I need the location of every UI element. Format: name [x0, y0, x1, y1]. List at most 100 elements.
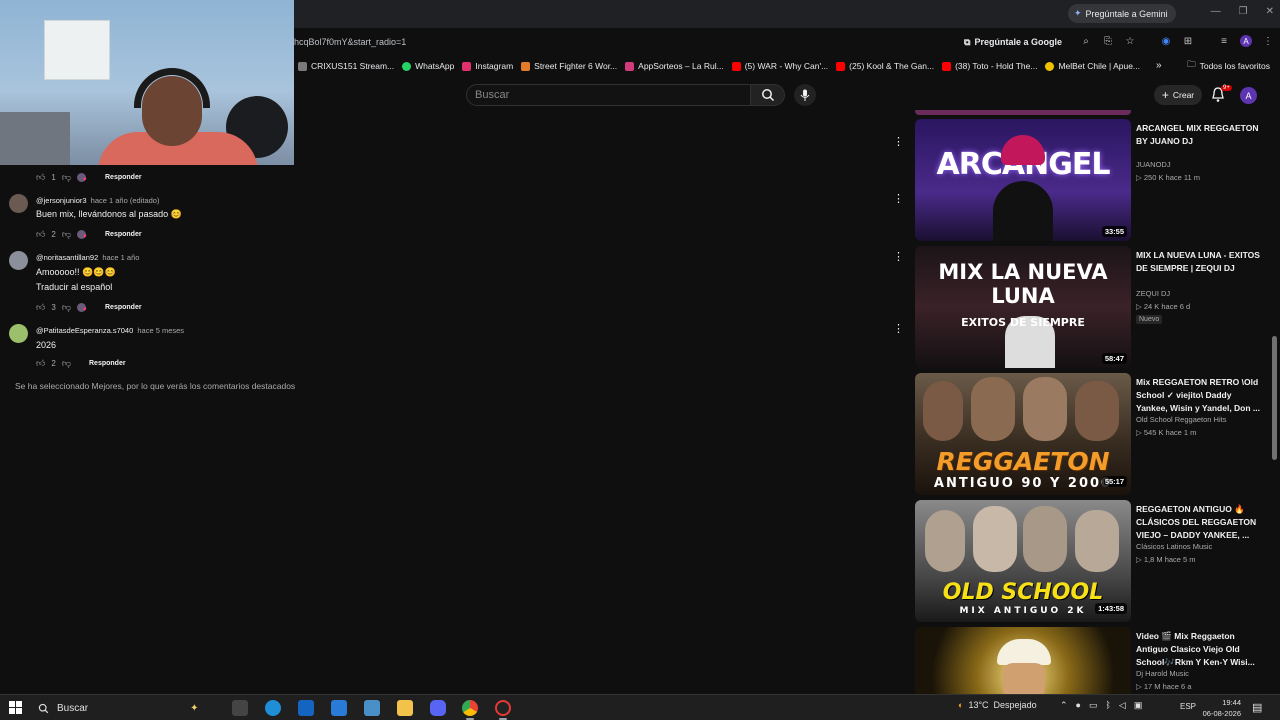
video-thumbnail[interactable]: REGGAETON ANTIGUO 90 Y 2000 55:17	[915, 373, 1131, 495]
video-title[interactable]: Mix REGGAETON RETRO \Old School ✓ viejit…	[1136, 376, 1264, 415]
url-text[interactable]: hcqBol7f0mY&start_radio=1	[294, 37, 406, 47]
comment-author[interactable]: @noritasantillan92	[36, 253, 98, 262]
chevron-up-icon[interactable]: ⌃	[1060, 700, 1068, 711]
search-input[interactable]: Buscar	[466, 84, 751, 106]
bookmark-item[interactable]: (38) Toto - Hold The...	[938, 56, 1041, 76]
bookmark-star-icon[interactable]: ☆	[1124, 35, 1136, 47]
chrome-icon[interactable]	[462, 700, 478, 716]
close-icon[interactable]: ✕	[1266, 6, 1274, 17]
bookmark-item[interactable]: CRIXUS151 Stream...	[294, 56, 398, 76]
volume-icon[interactable]: ◁	[1119, 700, 1126, 711]
comment-time[interactable]: hace 5 meses	[137, 326, 184, 335]
recommended-video[interactable]: REGGAETON ANTIGUO 90 Y 2000 55:17 Mix RE…	[915, 373, 1270, 495]
like-icon[interactable]: 👍︎	[36, 229, 45, 240]
youtube-icon	[942, 61, 952, 71]
edge-icon[interactable]	[265, 700, 281, 716]
video-thumbnail[interactable]	[915, 627, 1131, 694]
extension-icon[interactable]: ◉	[1160, 35, 1172, 47]
media-queue-icon[interactable]: ≡	[1218, 35, 1230, 47]
discord-icon[interactable]	[430, 700, 446, 716]
recommended-video[interactable]: Video 🎬 Mix Reggaeton Antiguo Clasico Vi…	[915, 627, 1270, 694]
profile-avatar[interactable]: A	[1240, 35, 1252, 47]
windows-start-icon[interactable]	[9, 701, 22, 714]
zoom-icon[interactable]: ⌕	[1080, 35, 1092, 47]
reply-button[interactable]: Responder	[105, 174, 142, 181]
bookmark-item[interactable]: AppSorteos – La Rul...	[621, 56, 728, 76]
dislike-icon[interactable]: 👎︎	[62, 172, 71, 183]
task-view-icon[interactable]	[232, 700, 248, 716]
more-vert-icon[interactable]: ⋮	[1262, 35, 1274, 47]
comment-author[interactable]: @jersonjunior3	[36, 196, 87, 205]
ask-google-button[interactable]: ⧉ Pregúntale a Google	[964, 31, 1062, 53]
comment-time[interactable]: hace 1 año (editado)	[91, 196, 160, 205]
channel-name[interactable]: Old School Reggaeton Hits	[1136, 415, 1226, 424]
bookmark-item[interactable]: (5) WAR - Why Can'...	[728, 56, 832, 76]
video-title[interactable]: Video 🎬 Mix Reggaeton Antiguo Clasico Vi…	[1136, 630, 1264, 669]
address-bar[interactable]: hcqBol7f0mY&start_radio=1 ⧉ Pregúntale a…	[294, 31, 1280, 53]
bookmark-item[interactable]: WhatsApp	[398, 56, 458, 76]
channel-name[interactable]: JUANODJ	[1136, 160, 1171, 169]
comment-avatar[interactable]	[9, 324, 28, 343]
restore-icon[interactable]: ❐	[1239, 6, 1248, 17]
more-actions-icon[interactable]: ⋮	[893, 136, 904, 148]
comment-avatar[interactable]	[9, 194, 28, 213]
comment-author[interactable]: @PatitasdeEsperanza.s7040	[36, 326, 133, 335]
bookmark-item[interactable]: Street Fighter 6 Wor...	[517, 56, 621, 76]
scrollbar-thumb[interactable]	[1272, 336, 1277, 460]
comment-avatar[interactable]	[9, 251, 28, 270]
search-button[interactable]	[751, 84, 785, 106]
reply-button[interactable]: Responder	[105, 231, 142, 238]
recommended-video[interactable]: ARCANGEL 33:55 ARCANGEL MIX REGGAETON BY…	[915, 119, 1270, 241]
network-icon[interactable]: ▭	[1089, 700, 1098, 711]
like-icon[interactable]: 👍︎	[36, 358, 45, 369]
notification-center-icon[interactable]: ▤	[1252, 701, 1262, 714]
more-actions-icon[interactable]: ⋮	[893, 193, 904, 205]
reply-button[interactable]: Responder	[89, 360, 126, 367]
account-avatar[interactable]: A	[1240, 87, 1257, 104]
taskbar-search[interactable]: Buscar ✦	[38, 698, 218, 718]
comment-time[interactable]: hace 1 año	[102, 253, 139, 262]
like-icon[interactable]: 👍︎	[36, 302, 45, 313]
voice-search-button[interactable]	[794, 84, 816, 106]
recommended-video[interactable]: MIX LA NUEVA LUNA EXITOS DE SIEMPRE 58:4…	[915, 246, 1270, 368]
video-title[interactable]: MIX LA NUEVA LUNA - EXITOS DE SIEMPRE | …	[1136, 249, 1264, 275]
clock[interactable]: 19:44 06-08-2026	[1199, 697, 1241, 719]
language-indicator[interactable]: ESP	[1180, 702, 1196, 711]
weather-widget[interactable]: ◐ 13°C Despejado	[958, 700, 1037, 710]
ask-gemini-button[interactable]: ✦ Pregúntale a Gemini	[1068, 4, 1176, 23]
video-thumbnail[interactable]: OLD SCHOOL MIX ANTIGUO 2K 1:43:58	[915, 500, 1131, 622]
dislike-icon[interactable]: 👎︎	[62, 229, 71, 240]
channel-name[interactable]: Clásicos Latinos Music	[1136, 542, 1212, 551]
microphone-icon[interactable]: ●	[1076, 700, 1081, 711]
bookmark-item[interactable]: (25) Kool & The Gan...	[832, 56, 938, 76]
all-bookmarks[interactable]: 🗀 Todos los favoritos	[1187, 56, 1270, 76]
translate-link[interactable]: Traducir al español	[36, 282, 112, 292]
channel-name[interactable]: ZEQUI DJ	[1136, 289, 1170, 298]
video-thumbnail[interactable]: ARCANGEL 33:55	[915, 119, 1131, 241]
bluetooth-icon[interactable]: ᛒ	[1106, 700, 1111, 711]
like-icon[interactable]: 👍︎	[36, 172, 45, 183]
file-explorer-icon[interactable]	[397, 700, 413, 716]
more-actions-icon[interactable]: ⋮	[893, 323, 904, 335]
dislike-icon[interactable]: 👎︎	[62, 302, 71, 313]
puzzle-icon[interactable]: ⊞	[1182, 35, 1194, 47]
more-actions-icon[interactable]: ⋮	[893, 251, 904, 263]
video-thumbnail[interactable]: MIX LA NUEVA LUNA EXITOS DE SIEMPRE 58:4…	[915, 246, 1131, 368]
video-title[interactable]: REGGAETON ANTIGUO 🔥 CLÁSICOS DEL REGGAET…	[1136, 503, 1264, 542]
recommended-video[interactable]: OLD SCHOOL MIX ANTIGUO 2K 1:43:58 REGGAE…	[915, 500, 1270, 622]
display-icon[interactable]: ▣	[1134, 700, 1143, 711]
calculator-icon[interactable]	[364, 700, 380, 716]
channel-name[interactable]: Dj Harold Music	[1136, 669, 1189, 678]
reply-button[interactable]: Responder	[105, 304, 142, 311]
minimize-icon[interactable]: —	[1211, 6, 1221, 17]
chevron-right-icon[interactable]: »	[1156, 60, 1162, 71]
create-button[interactable]: + Crear	[1154, 85, 1202, 105]
obs-icon[interactable]	[495, 700, 511, 716]
bookmark-item[interactable]: Instagram	[458, 56, 517, 76]
bookmark-item[interactable]: MelBet Chile | Apue...	[1041, 56, 1144, 76]
video-title[interactable]: ARCANGEL MIX REGGAETON BY JUANO DJ	[1136, 122, 1264, 148]
dislike-icon[interactable]: 👎︎	[62, 358, 71, 369]
app-icon[interactable]	[331, 700, 347, 716]
store-icon[interactable]	[298, 700, 314, 716]
install-app-icon[interactable]: ⎘	[1102, 35, 1114, 47]
